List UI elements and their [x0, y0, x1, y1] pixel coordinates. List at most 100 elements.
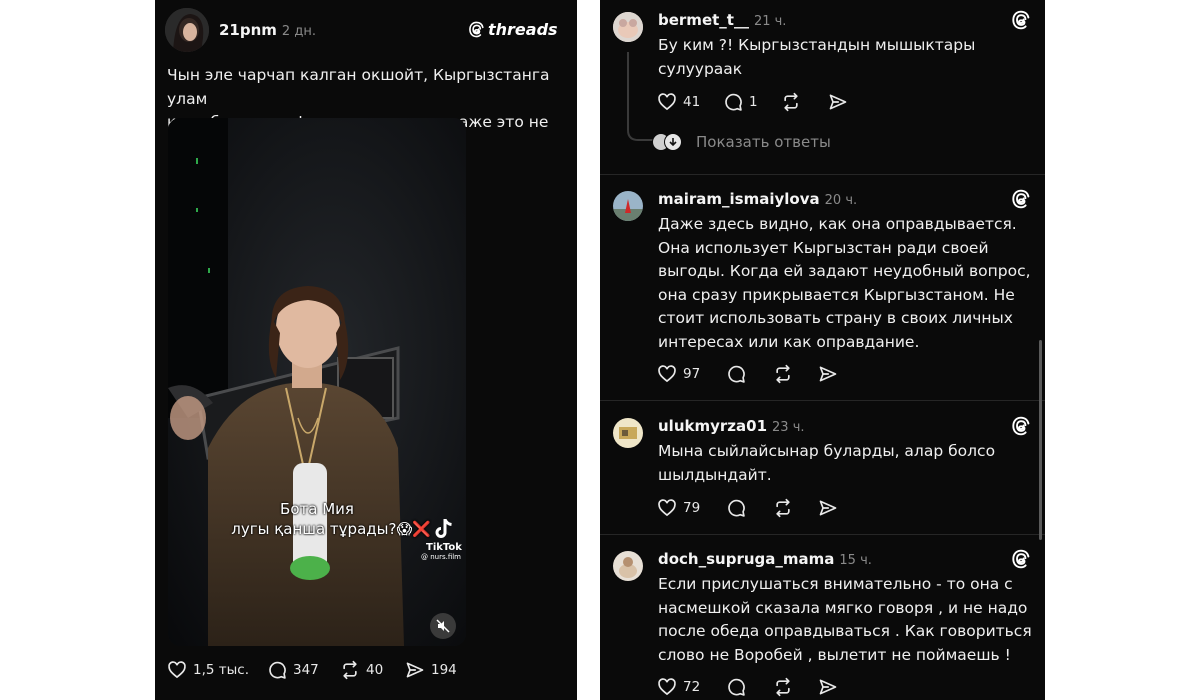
like-button[interactable]: 97 — [657, 364, 700, 384]
share-icon — [819, 679, 837, 695]
repost-icon — [776, 498, 790, 518]
repost-icon — [343, 660, 357, 680]
comment-time: 15 ч. — [839, 553, 872, 568]
share-button[interactable]: 194 — [405, 660, 457, 680]
like-button[interactable]: 72 — [657, 677, 700, 697]
share-icon — [819, 500, 837, 516]
comment-text-line: она сразу прикрывается Кыргызстаном. Не — [658, 285, 1015, 304]
post-username[interactable]: 21pnm — [219, 21, 277, 39]
avatar[interactable] — [613, 191, 643, 221]
like-count: 72 — [683, 679, 701, 695]
comment-icon — [269, 661, 286, 679]
brand-label: threads — [488, 20, 558, 39]
like-button[interactable]: 79 — [657, 498, 700, 518]
repost-icon — [776, 677, 790, 697]
comment-text-line: после обеда оправдываться . Как говорить… — [658, 622, 1032, 640]
divider — [600, 534, 1045, 535]
repost-button[interactable] — [773, 364, 793, 384]
mute-button[interactable] — [430, 613, 456, 639]
threads-brand: threads — [468, 20, 558, 39]
divider — [600, 400, 1045, 401]
comment-text-line: сулуураак — [658, 59, 743, 78]
tiktok-handle: @ nurs.film — [420, 553, 462, 561]
threads-logo-icon[interactable] — [1011, 416, 1031, 436]
comment-time: 21 ч. — [753, 14, 787, 29]
repost-button[interactable] — [781, 92, 801, 112]
like-count: 79 — [683, 500, 701, 516]
scrollbar[interactable] — [1039, 340, 1042, 540]
share-button[interactable] — [818, 364, 838, 384]
like-count: 1,5 тыс. — [193, 662, 249, 678]
comment-icon — [725, 93, 742, 111]
reply-avatars — [652, 133, 686, 151]
heart-icon — [168, 661, 186, 679]
comment-button[interactable]: 347 — [267, 660, 319, 680]
tiktok-watermark: TikTok @ nurs.film — [421, 518, 466, 561]
share-button[interactable] — [818, 677, 838, 697]
comment-button[interactable] — [726, 498, 746, 518]
comment-count: 347 — [293, 662, 319, 678]
share-count: 194 — [431, 662, 457, 678]
arrow-down-icon — [669, 138, 677, 147]
heart-icon — [658, 365, 676, 383]
repost-count: 40 — [366, 662, 384, 678]
comment-username[interactable]: bermet_t__ — [658, 11, 749, 29]
like-count: 97 — [683, 366, 701, 382]
post-text-line: Чын эле чарчап калган окшойт, Кыргызстан… — [167, 66, 550, 108]
post-panel: 21pnm 2 дн. threads Чын эле чарчап калга… — [155, 0, 577, 700]
comment-time: 20 ч. — [824, 193, 858, 208]
video-frame — [168, 118, 466, 646]
share-button[interactable] — [818, 498, 838, 518]
comment-text-line: Если прислушаться внимательно - то она с — [658, 575, 1013, 593]
avatar[interactable] — [613, 551, 643, 581]
repost-icon — [784, 92, 798, 112]
video-caption: Бота Мия — [280, 500, 354, 518]
share-icon — [829, 94, 847, 110]
comment-username[interactable]: ulukmyrza01 — [658, 417, 767, 435]
share-button[interactable] — [828, 92, 848, 112]
mute-icon — [436, 619, 450, 633]
comment-text-line: стоит использовать страну в своих личных — [658, 309, 1013, 327]
share-icon — [406, 662, 424, 678]
tiktok-icon — [435, 518, 452, 538]
divider — [600, 174, 1045, 175]
comment-button[interactable] — [726, 677, 746, 697]
like-count: 41 — [683, 94, 701, 110]
comment-button[interactable] — [726, 364, 746, 384]
avatar[interactable] — [613, 12, 643, 42]
threads-logo-icon — [469, 21, 484, 38]
repost-button[interactable] — [773, 498, 793, 518]
comment-text-line: интересах или как оправдание. — [658, 332, 920, 351]
post-time: 2 дн. — [281, 24, 316, 39]
comment-text-line: шылдындайт. — [658, 465, 772, 484]
show-replies-link[interactable]: Показать ответы — [696, 133, 831, 151]
comment-count: 1 — [749, 94, 758, 110]
repost-icon — [776, 364, 790, 384]
comment-icon — [728, 499, 745, 517]
avatar[interactable] — [613, 418, 643, 448]
like-button[interactable]: 41 — [657, 92, 700, 112]
video-player[interactable]: Бота Мия лугы қанша тұрады?😱❌ TikTok @ n… — [168, 118, 466, 646]
threads-logo-icon[interactable] — [1011, 549, 1031, 569]
avatar[interactable] — [165, 8, 209, 52]
tiktok-label: TikTok — [426, 542, 462, 553]
reply-thread-line — [627, 52, 654, 141]
like-button[interactable]: 1,5 тыс. — [167, 660, 249, 680]
comment-text-line: Даже здесь видно, как она оправдывается. — [658, 215, 1017, 233]
comment-time: 23 ч. — [772, 420, 805, 435]
comment-username[interactable]: mairam_ismaiylova — [658, 190, 820, 208]
comment-text-line: Бу ким ?! Кыргызстандын мышыктары — [658, 36, 976, 54]
threads-logo-icon[interactable] — [1011, 189, 1031, 209]
comment-username[interactable]: doch_supruga_mama — [658, 550, 834, 568]
comment-text-line: насмешкой сказала мягко говоря , и не на… — [658, 598, 1028, 617]
heart-icon — [658, 499, 676, 517]
comment-text-line: выгоды. Когда ей задают неудобный вопрос… — [658, 262, 1031, 280]
heart-icon — [658, 678, 676, 696]
repost-button[interactable]: 40 — [340, 660, 383, 680]
comment-text-line: Мына сыйлайсынар буларды, алар болсо — [658, 442, 996, 460]
comment-text-line: слово не Воробей , вылетит не поймаешь ! — [658, 645, 1011, 664]
threads-logo-icon[interactable] — [1011, 10, 1031, 30]
comment-button[interactable]: 1 — [723, 92, 758, 112]
repost-button[interactable] — [773, 677, 793, 697]
share-icon — [819, 366, 837, 382]
